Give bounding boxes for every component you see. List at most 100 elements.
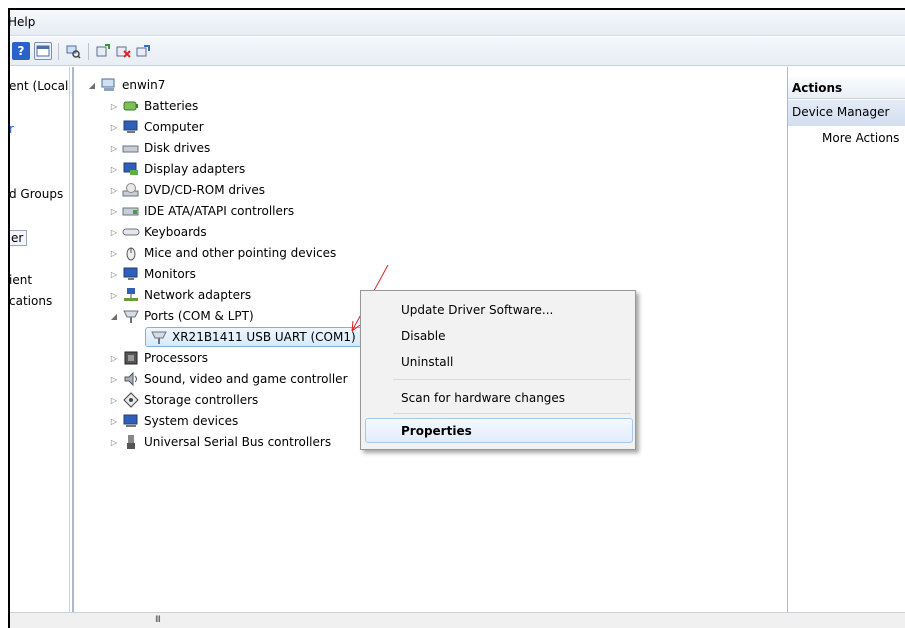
expand-icon[interactable]: ▷ <box>108 354 120 363</box>
battery-icon <box>122 98 140 114</box>
expand-icon[interactable]: ▷ <box>108 438 120 447</box>
disk-drive-icon <box>122 140 140 156</box>
tree-node-usb-uart[interactable]: XR21B1411 USB UART (COM1) <box>145 327 363 347</box>
update-driver-menu-item[interactable]: Update Driver Software... <box>401 303 553 317</box>
storage-icon <box>122 392 140 408</box>
left-pane-item[interactable]: cations <box>10 294 52 308</box>
properties-menu-item[interactable]: Properties <box>401 424 472 438</box>
tree-node-label: Monitors <box>144 267 196 281</box>
port-icon <box>122 308 140 324</box>
help-icon[interactable]: ? <box>12 42 30 60</box>
menu-bar: Help <box>10 10 905 36</box>
scan-hardware-menu-item[interactable]: Scan for hardware changes <box>401 391 565 405</box>
tree-node-label: Mice and other pointing devices <box>144 246 337 260</box>
uninstall-menu-item[interactable]: Uninstall <box>401 355 453 369</box>
uninstall-icon[interactable] <box>114 42 132 60</box>
actions-header: Actions <box>788 77 905 99</box>
console-icon[interactable] <box>34 42 52 60</box>
expand-icon[interactable]: ▷ <box>108 207 120 216</box>
tree-root-label: enwin7 <box>122 78 166 92</box>
mouse-icon <box>122 245 140 261</box>
expand-icon[interactable]: ▷ <box>108 396 120 405</box>
tree-node-dvd[interactable]: ▷ DVD/CD-ROM drives <box>108 180 265 200</box>
expand-icon[interactable]: ▷ <box>108 165 120 174</box>
scan-icon[interactable] <box>64 42 82 60</box>
ide-icon <box>122 203 140 219</box>
keyboard-icon <box>122 224 140 240</box>
expand-icon[interactable]: ▷ <box>108 123 120 132</box>
tree-node-storage[interactable]: ▷ Storage controllers <box>108 390 258 410</box>
usb-icon <box>122 434 140 450</box>
tree-node-label: Universal Serial Bus controllers <box>144 435 332 449</box>
expand-icon[interactable]: ▷ <box>108 270 120 279</box>
tree-node-system[interactable]: ▷ System devices <box>108 411 238 431</box>
tree-node-processors[interactable]: ▷ Processors <box>108 348 208 368</box>
left-pane-item[interactable]: ient <box>10 273 32 287</box>
expand-icon[interactable]: ▷ <box>108 417 120 426</box>
more-actions-link[interactable]: More Actions <box>822 131 899 145</box>
disable-menu-item[interactable]: Disable <box>401 329 446 343</box>
monitor-icon <box>122 266 140 282</box>
tree-node-sound[interactable]: ▷ Sound, video and game controller <box>108 369 348 389</box>
tree-node-batteries[interactable]: ▷ Batteries <box>108 96 198 116</box>
tree-node-label: XR21B1411 USB UART (COM1) <box>172 330 356 344</box>
tree-node-label: Display adapters <box>144 162 246 176</box>
tree-node-display-adapters[interactable]: ▷ Display adapters <box>108 159 245 179</box>
enable-icon[interactable] <box>134 42 152 60</box>
tree-node-label: Sound, video and game controller <box>144 372 348 386</box>
port-icon <box>150 329 168 345</box>
tree-node-ide[interactable]: ▷ IDE ATA/ATAPI controllers <box>108 201 294 221</box>
tree-node-ports[interactable]: ◢ Ports (COM & LPT) <box>108 306 254 326</box>
expand-icon[interactable]: ▷ <box>108 375 120 384</box>
tree-node-label: Keyboards <box>144 225 207 239</box>
network-icon <box>122 287 140 303</box>
tree-node-disk-drives[interactable]: ▷ Disk drives <box>108 138 210 158</box>
tree-node-mice[interactable]: ▷ Mice and other pointing devices <box>108 243 336 263</box>
menu-separator <box>393 413 631 414</box>
expand-icon[interactable]: ▷ <box>108 144 120 153</box>
tree-node-usb[interactable]: ▷ Universal Serial Bus controllers <box>108 432 331 452</box>
tree-node-label: Computer <box>144 120 204 134</box>
sound-icon <box>122 371 140 387</box>
expand-icon[interactable]: ▷ <box>108 249 120 258</box>
tree-node-computer[interactable]: ▷ Computer <box>108 117 204 137</box>
tree-node-label: Batteries <box>144 99 199 113</box>
actions-section-device-manager[interactable]: Device Manager <box>788 100 905 126</box>
computer-icon <box>100 77 118 93</box>
tree-node-label: Network adapters <box>144 288 252 302</box>
processor-icon <box>122 350 140 366</box>
context-menu: Update Driver Software... Disable Uninst… <box>360 290 636 450</box>
toolbar: ? <box>10 37 905 66</box>
left-pane-item[interactable]: d Groups <box>10 187 63 201</box>
tree-node-label: System devices <box>144 414 239 428</box>
menu-help[interactable]: Help <box>10 15 35 29</box>
collapse-icon[interactable]: ◢ <box>108 312 120 321</box>
tree-root[interactable]: ◢ enwin7 <box>86 75 165 95</box>
tree-node-label: Ports (COM & LPT) <box>144 309 254 323</box>
tree-node-label: DVD/CD-ROM drives <box>144 183 266 197</box>
console-tree-pane: ent (Local r d Groups er ient cations <box>10 67 70 612</box>
tree-node-keyboards[interactable]: ▷ Keyboards <box>108 222 207 242</box>
tree-node-label: Disk drives <box>144 141 211 155</box>
mmc-window: Help ? ent (Local r d Groups er ient cat… <box>8 8 905 628</box>
left-pane-item[interactable]: er <box>10 230 28 246</box>
expand-icon[interactable]: ▷ <box>108 186 120 195</box>
expand-icon[interactable]: ▷ <box>108 291 120 300</box>
tree-node-label: Storage controllers <box>144 393 259 407</box>
collapse-icon[interactable]: ◢ <box>86 81 98 90</box>
horizontal-scrollbar[interactable]: III <box>10 612 905 628</box>
computer-icon <box>122 119 140 135</box>
expand-icon[interactable]: ▷ <box>108 228 120 237</box>
left-pane-item[interactable]: r <box>10 122 14 136</box>
system-icon <box>122 413 140 429</box>
update-driver-icon[interactable] <box>94 42 112 60</box>
left-pane-item[interactable]: ent (Local <box>10 79 68 93</box>
tree-node-label: IDE ATA/ATAPI controllers <box>144 204 295 218</box>
display-adapter-icon <box>122 161 140 177</box>
menu-separator <box>393 379 631 380</box>
expand-icon[interactable]: ▷ <box>108 102 120 111</box>
tree-node-network[interactable]: ▷ Network adapters <box>108 285 251 305</box>
tree-node-monitors[interactable]: ▷ Monitors <box>108 264 196 284</box>
scroll-grip[interactable]: III <box>155 615 161 625</box>
actions-pane: Actions Device Manager More Actions <box>787 67 905 612</box>
